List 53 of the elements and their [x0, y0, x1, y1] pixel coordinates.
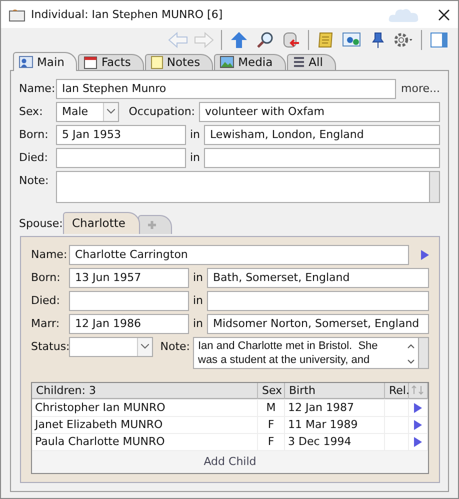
field-label: Status: [31, 338, 69, 353]
tab[interactable]: Media [214, 54, 286, 71]
field-label: Born: [19, 128, 50, 142]
input-field[interactable]: Midsomer Norton, Somerset, England [207, 314, 429, 334]
field-label: Name: [19, 82, 56, 96]
table-cell: Christopher Ian MUNRO [32, 400, 258, 416]
note-field[interactable]: Ian and Charlotte met in Bristol. She was a student at the university, and [193, 336, 429, 369]
field-label: in [188, 151, 202, 164]
table-cell: Paula Charlotte MUNRO [32, 434, 258, 450]
field-label: Born: [31, 271, 62, 284]
field-label: Died: [31, 294, 61, 308]
input-field[interactable]: Charlotte Carrington [69, 244, 409, 265]
more-link[interactable]: more... [396, 82, 440, 96]
add-child-button[interactable]: Add Child [32, 450, 428, 473]
field-label: Spouse: [19, 216, 63, 232]
table-cell: 3 Dec 1994 [285, 434, 385, 450]
input-field[interactable]: Ian Stephen Munro [56, 78, 396, 99]
field-label: Died: [19, 151, 49, 164]
table-cell: F [258, 434, 285, 450]
tab[interactable]: Notes [144, 54, 214, 71]
input-field[interactable]: volunteer with Oxfam [199, 102, 440, 122]
tab[interactable]: All [286, 54, 336, 71]
column-header[interactable]: Birth [285, 382, 385, 399]
note-text: was a student at the university, and [198, 352, 370, 367]
table-cell: 11 Mar 1989 [285, 416, 385, 433]
input-field[interactable]: 12 Jan 1986 [69, 314, 189, 334]
field-label: Note: [19, 172, 50, 187]
tab[interactable]: Charlotte [63, 212, 140, 234]
sex-dropdown[interactable]: Male [56, 102, 119, 122]
table-cell: 12 Jan 1987 [285, 400, 385, 416]
field-label: in [188, 128, 202, 142]
field-label: Sex: [19, 105, 44, 118]
note-text: Ian and Charlotte met in Bristol. She [198, 338, 378, 353]
column-header[interactable]: Rel. [385, 382, 409, 399]
field-label: in [192, 271, 204, 284]
column-header[interactable]: Children: 3 [32, 382, 258, 399]
input-field[interactable]: Lewisham, London, England [204, 124, 440, 145]
table-cell: M [258, 400, 285, 416]
input-field[interactable]: Bath, Somerset, England [207, 268, 429, 288]
table-cell: F [258, 416, 285, 433]
field-label: Name: [31, 248, 68, 262]
input-field[interactable]: 13 Jun 1957 [69, 268, 189, 288]
field-label: Note: [159, 338, 191, 353]
tab[interactable]: Main [13, 52, 78, 71]
tab[interactable]: Facts [78, 54, 144, 71]
field-label: Marr: [31, 317, 61, 330]
field-label: in [192, 294, 204, 308]
window-title: Individual: Ian Stephen MUNRO [6] [31, 8, 224, 22]
field-label: in [192, 317, 204, 330]
field-label: Occupation: [128, 105, 196, 118]
input-field[interactable]: 5 Jan 1953 [56, 124, 186, 145]
column-header[interactable]: Sex [258, 382, 285, 399]
table-cell: Janet Elizabeth MUNRO [32, 416, 258, 433]
